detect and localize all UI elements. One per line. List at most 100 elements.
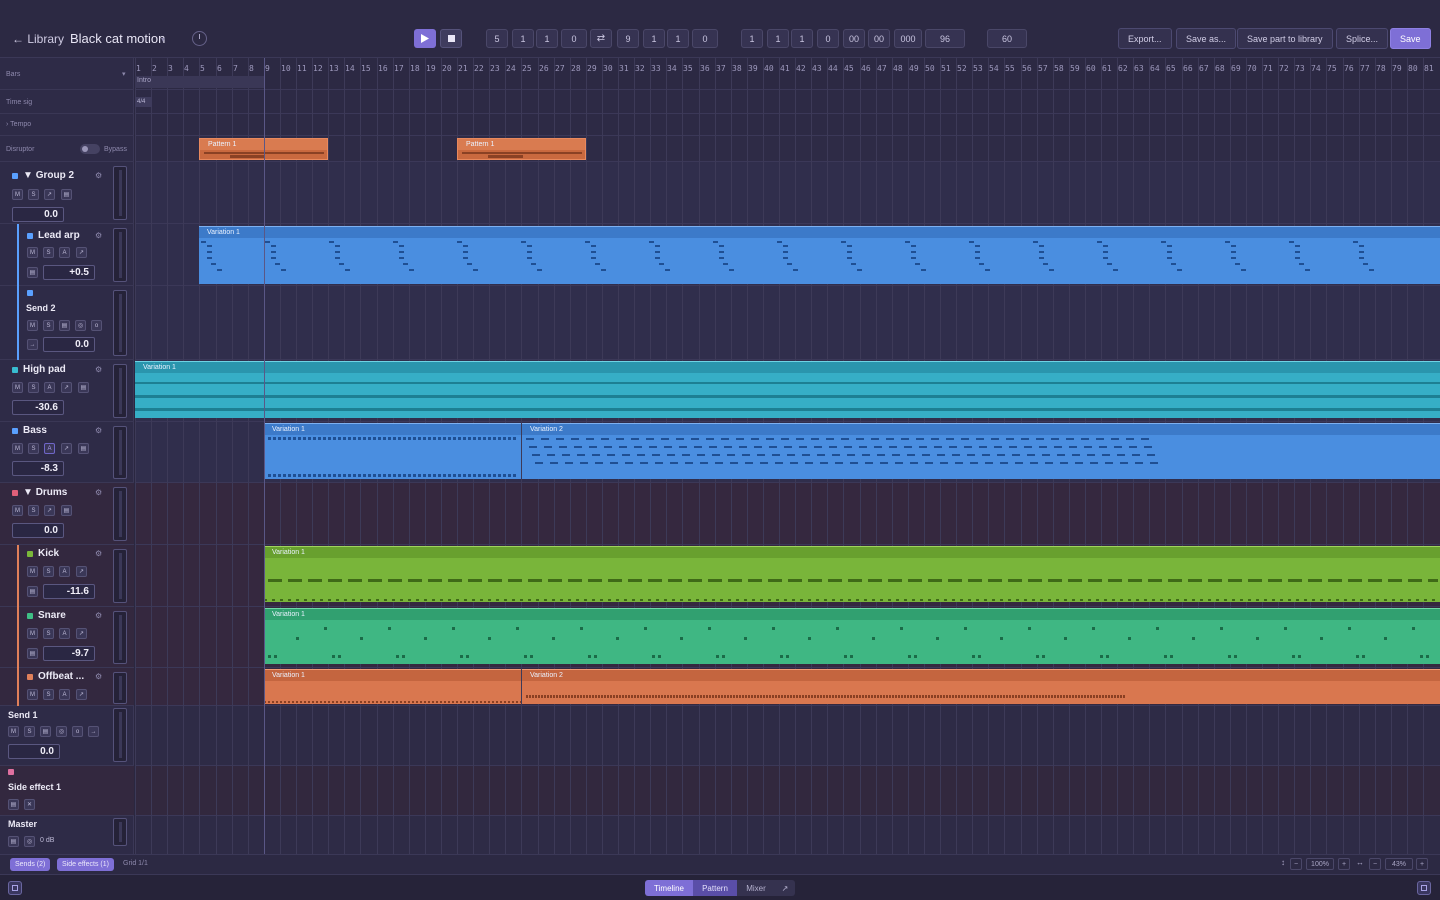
- settings-button[interactable]: ◎: [75, 320, 86, 331]
- bar-number[interactable]: 39: [748, 64, 758, 73]
- right-panel-toggle-icon[interactable]: [1417, 881, 1431, 895]
- bar-number[interactable]: 77: [1360, 64, 1370, 73]
- bar-number[interactable]: 17: [394, 64, 404, 73]
- bar-number[interactable]: 63: [1134, 64, 1144, 73]
- bar-number[interactable]: 48: [893, 64, 903, 73]
- bar-number[interactable]: 40: [764, 64, 774, 73]
- track-group-2[interactable]: ▼ Group 2 ⚙ M S ↗ ▤ 0.0: [0, 162, 134, 224]
- bar-number[interactable]: 43: [812, 64, 822, 73]
- bar-number[interactable]: 16: [378, 64, 388, 73]
- bar-number[interactable]: 56: [1022, 64, 1032, 73]
- side-effects-toggle[interactable]: Side effects (1): [57, 858, 114, 871]
- loop-bar-field[interactable]: 9: [617, 29, 639, 48]
- mute-button[interactable]: M: [12, 189, 23, 200]
- bar-number[interactable]: 42: [796, 64, 806, 73]
- route-button[interactable]: ↗: [61, 443, 72, 454]
- bar-number[interactable]: 72: [1279, 64, 1289, 73]
- chevron-down-icon[interactable]: ▾: [122, 70, 126, 78]
- time-field-3[interactable]: 1: [791, 29, 813, 48]
- lead-arp-clip[interactable]: Variation 1: [199, 226, 1440, 284]
- track-high-pad[interactable]: High pad ⚙ M S A ↗ ▤ -30.6: [0, 360, 134, 422]
- bar-number[interactable]: 7: [233, 64, 238, 73]
- bar-number[interactable]: 55: [1005, 64, 1015, 73]
- position-beat-field[interactable]: 1: [512, 29, 534, 48]
- time-sig-marker[interactable]: 4/4: [135, 97, 152, 107]
- link-button[interactable]: o: [72, 726, 83, 737]
- solo-button[interactable]: S: [28, 382, 39, 393]
- mute-button[interactable]: M: [27, 689, 38, 700]
- volume-field[interactable]: +0.5: [43, 265, 95, 280]
- bar-number[interactable]: 50: [925, 64, 935, 73]
- horizontal-zoom-field[interactable]: 43%: [1385, 858, 1413, 870]
- bar-number[interactable]: 76: [1344, 64, 1354, 73]
- snare-clip[interactable]: Variation 1: [264, 608, 1440, 664]
- arm-button[interactable]: A: [44, 382, 55, 393]
- track-color-swatch[interactable]: [27, 551, 33, 557]
- fx-button[interactable]: ▤: [59, 320, 70, 331]
- offbeat-clip-1[interactable]: Variation 1: [264, 669, 521, 704]
- bar-number[interactable]: 44: [828, 64, 838, 73]
- bar-number[interactable]: 41: [780, 64, 790, 73]
- bar-number[interactable]: 68: [1215, 64, 1225, 73]
- mute-button[interactable]: M: [8, 726, 19, 737]
- track-color-swatch[interactable]: [27, 290, 33, 296]
- bar-number[interactable]: 12: [313, 64, 323, 73]
- save-button[interactable]: Save: [1390, 28, 1431, 49]
- close-icon[interactable]: ✕: [24, 799, 35, 810]
- route-button[interactable]: ↗: [44, 189, 55, 200]
- bar-number[interactable]: 75: [1327, 64, 1337, 73]
- track-bass[interactable]: Bass ⚙ M S A ↗ ▤ -8.3: [0, 422, 134, 483]
- bar-number[interactable]: 61: [1102, 64, 1112, 73]
- time-field-5[interactable]: 00: [843, 29, 866, 48]
- bar-number[interactable]: 32: [635, 64, 645, 73]
- bar-number[interactable]: 46: [861, 64, 871, 73]
- position-bar-field[interactable]: 5: [486, 29, 508, 48]
- track-lead-arp[interactable]: Lead arp ⚙ M S A ↗ ▤ +0.5: [0, 224, 134, 286]
- master-lane[interactable]: [135, 816, 1440, 854]
- bar-number[interactable]: 25: [522, 64, 532, 73]
- bar-number[interactable]: 9: [265, 64, 270, 73]
- bar-number[interactable]: 66: [1183, 64, 1193, 73]
- arrangement-view[interactable]: 1 2 3 4 5 6 7 8 9 10 11 12 13 14 15 16 17 18 19 20 21 22 23 24 2…: [135, 58, 1440, 854]
- bar-number[interactable]: 2: [152, 64, 157, 73]
- bar-number[interactable]: 21: [458, 64, 468, 73]
- send-1-lane[interactable]: [135, 706, 1440, 766]
- route-button[interactable]: ↗: [44, 505, 55, 516]
- track-snare[interactable]: Snare ⚙ M S A ↗ ▤ -9.7: [0, 607, 134, 668]
- route-button[interactable]: ↗: [76, 247, 87, 258]
- high-pad-clip[interactable]: Variation 1: [135, 361, 1440, 418]
- position-tick-field[interactable]: 0: [561, 29, 587, 48]
- bar-number[interactable]: 52: [957, 64, 967, 73]
- bar-number[interactable]: 64: [1150, 64, 1160, 73]
- track-color-swatch[interactable]: [12, 367, 18, 373]
- bar-number[interactable]: 69: [1231, 64, 1241, 73]
- fx-button[interactable]: ▤: [61, 505, 72, 516]
- bar-number[interactable]: 5: [200, 64, 205, 73]
- arm-button[interactable]: A: [59, 689, 70, 700]
- settings-button[interactable]: ◎: [24, 836, 35, 847]
- loop-sixteenth-field[interactable]: 1: [667, 29, 689, 48]
- track-send-2[interactable]: Send 2 M S ▤ ◎ o → 0.0: [0, 286, 134, 360]
- arm-button[interactable]: A: [59, 566, 70, 577]
- bar-number[interactable]: 47: [877, 64, 887, 73]
- splice-button[interactable]: Splice...: [1336, 28, 1389, 49]
- volume-field[interactable]: 0.0: [8, 744, 60, 759]
- gear-icon[interactable]: ⚙: [95, 549, 102, 558]
- power-icon[interactable]: [192, 31, 207, 46]
- drums-lane[interactable]: [135, 483, 1440, 545]
- bar-number[interactable]: 34: [667, 64, 677, 73]
- track-color-swatch[interactable]: [27, 613, 33, 619]
- volume-field[interactable]: 0.0: [43, 337, 95, 352]
- route-button[interactable]: ↗: [76, 628, 87, 639]
- track-color-swatch[interactable]: [12, 173, 18, 179]
- save-as-button[interactable]: Save as...: [1176, 28, 1237, 49]
- side-effect-1-lane[interactable]: [135, 766, 1440, 816]
- time-field-4[interactable]: 0: [817, 29, 839, 48]
- solo-button[interactable]: S: [24, 726, 35, 737]
- bar-number[interactable]: 79: [1392, 64, 1402, 73]
- bar-number[interactable]: 62: [1118, 64, 1128, 73]
- bars-lane[interactable]: [135, 58, 1440, 90]
- bass-clip-1[interactable]: Variation 1: [264, 423, 521, 479]
- bar-number[interactable]: 19: [426, 64, 436, 73]
- fx-button[interactable]: ▤: [78, 382, 89, 393]
